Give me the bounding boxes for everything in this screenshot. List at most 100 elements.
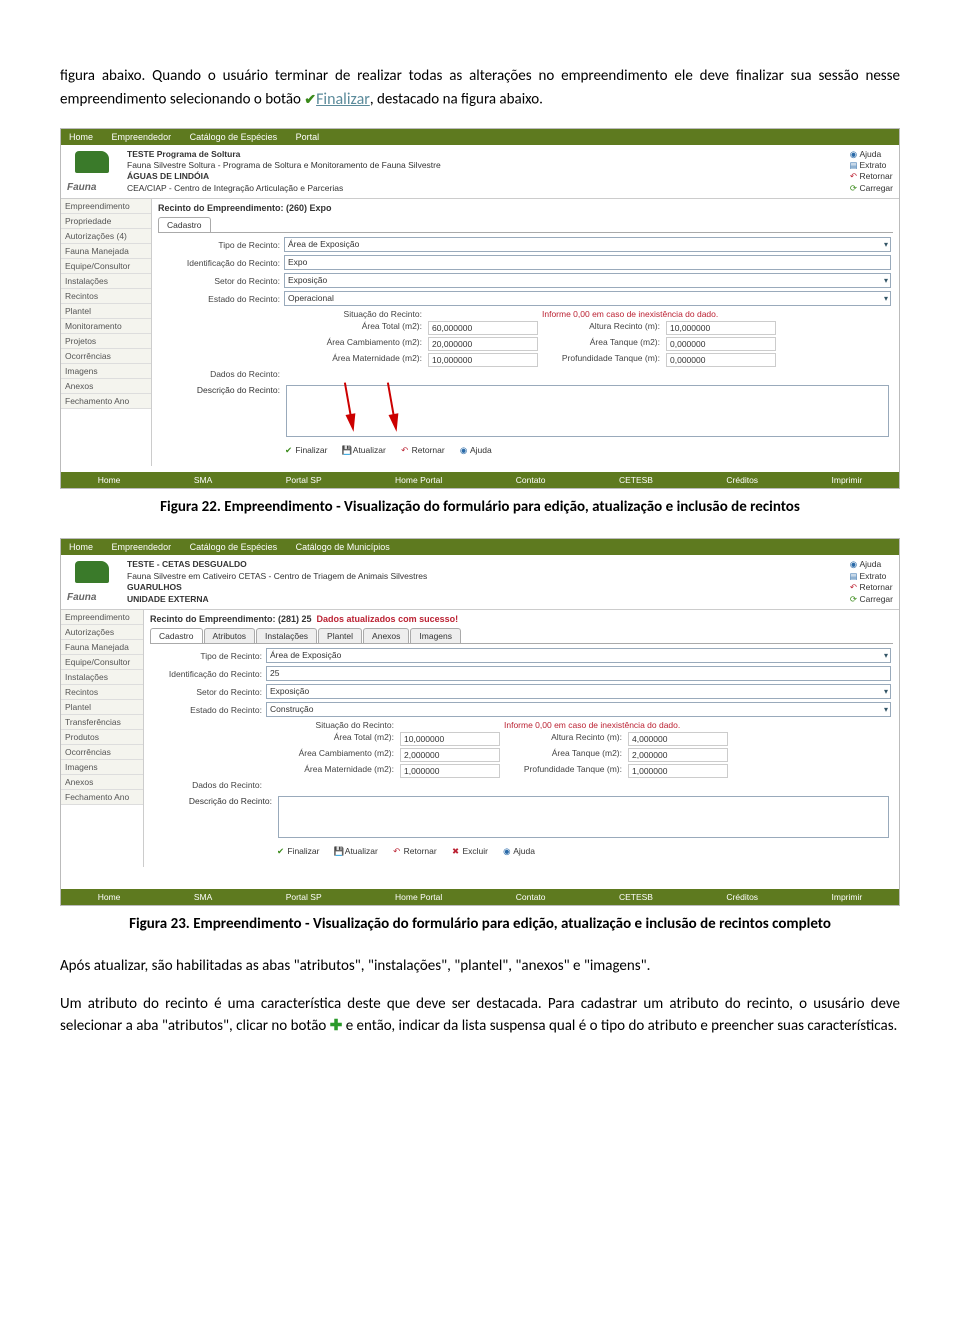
select-tipo[interactable]: Área de Exposição [266, 648, 891, 663]
nav-item[interactable]: Empreendedor [112, 132, 172, 142]
footer-link[interactable]: Créditos [726, 892, 758, 902]
link-extrato[interactable]: ▤Extrato [849, 160, 893, 171]
link-carregar[interactable]: ⟳Carregar [849, 594, 893, 605]
select-estado[interactable]: Construção [266, 702, 891, 717]
sidebar-item[interactable]: Plantel [61, 304, 151, 319]
sidebar-item[interactable]: Empreendimento [61, 199, 151, 214]
tab-plantel[interactable]: Plantel [318, 628, 362, 643]
finalizar-button[interactable]: ✔ Finalizar [284, 445, 328, 456]
link-carregar[interactable]: ⟳Carregar [849, 183, 893, 194]
sidebar-item[interactable]: Equipe/Consultor [61, 655, 143, 670]
input-maternidade[interactable]: 10,000000 [428, 353, 538, 367]
nav-item[interactable]: Catálogo de Espécies [190, 542, 278, 552]
select-estado[interactable]: Operacional [284, 291, 891, 306]
sidebar-item[interactable]: Projetos [61, 334, 151, 349]
sidebar-item[interactable]: Instalações [61, 670, 143, 685]
input-altura[interactable]: 10,000000 [666, 321, 776, 335]
tab-imagens[interactable]: Imagens [410, 628, 461, 643]
nav-item[interactable]: Catálogo de Espécies [190, 132, 278, 142]
input-ident[interactable]: 25 [266, 666, 891, 681]
sidebar-item[interactable]: Fauna Manejada [61, 640, 143, 655]
sidebar-item[interactable]: Instalações [61, 274, 151, 289]
link-ajuda[interactable]: ◉Ajuda [849, 149, 893, 160]
sidebar-item[interactable]: Fechamento Ano [61, 790, 143, 805]
input-cambiamento[interactable]: 20,000000 [428, 337, 538, 351]
nav-item[interactable]: Catálogo de Municípios [296, 542, 390, 552]
input-ident[interactable]: Expo [284, 255, 891, 270]
footer-link[interactable]: Portal SP [286, 475, 322, 485]
sidebar-item[interactable]: Anexos [61, 379, 151, 394]
tab-cadastro[interactable]: Cadastro [150, 628, 203, 643]
sidebar-item[interactable]: Recintos [61, 685, 143, 700]
atualizar-button[interactable]: 💾 Atualizar [334, 846, 378, 857]
footer-link[interactable]: Portal SP [286, 892, 322, 902]
sidebar-item[interactable]: Produtos [61, 730, 143, 745]
tab-instalacoes[interactable]: Instalações [256, 628, 317, 643]
tab-atributos[interactable]: Atributos [204, 628, 256, 643]
input-cambiamento[interactable]: 2,000000 [400, 748, 500, 762]
sidebar-item[interactable]: Ocorrências [61, 745, 143, 760]
ajuda-button[interactable]: ◉ Ajuda [459, 445, 492, 456]
sidebar-item[interactable]: Recintos [61, 289, 151, 304]
footer-link[interactable]: Contato [516, 475, 546, 485]
sidebar-item[interactable]: Ocorrências [61, 349, 151, 364]
sidebar-item[interactable]: Propriedade [61, 214, 151, 229]
footer-link[interactable]: CETESB [619, 892, 653, 902]
sidebar-item[interactable]: Fauna Manejada [61, 244, 151, 259]
footer-link[interactable]: Home Portal [395, 475, 442, 485]
arrow-icon [388, 414, 401, 433]
footer-link[interactable]: Créditos [726, 475, 758, 485]
footer-link[interactable]: Home [98, 892, 121, 902]
ajuda-button[interactable]: ◉ Ajuda [502, 846, 535, 857]
retornar-button[interactable]: ↶ Retornar [392, 846, 436, 857]
sidebar-item[interactable]: Fechamento Ano [61, 394, 151, 409]
textarea-descricao[interactable] [278, 796, 889, 838]
input-profundidade[interactable]: 0,000000 [666, 353, 776, 367]
sidebar-item[interactable]: Empreendimento [61, 610, 143, 625]
plus-icon[interactable]: ✚ [330, 1015, 343, 1038]
footer-link[interactable]: Imprimir [832, 892, 863, 902]
footer-link[interactable]: SMA [194, 475, 212, 485]
tab-cadastro[interactable]: Cadastro [158, 217, 211, 232]
nav-item[interactable]: Home [69, 132, 93, 142]
footer-link[interactable]: Contato [516, 892, 546, 902]
sidebar-item[interactable]: Imagens [61, 364, 151, 379]
excluir-button[interactable]: ✖ Excluir [451, 846, 488, 857]
select-tipo[interactable]: Área de Exposição [284, 237, 891, 252]
nav-item[interactable]: Empreendedor [112, 542, 172, 552]
sidebar-item[interactable]: Imagens [61, 760, 143, 775]
finalizar-inline-button[interactable]: ✔Finalizar [304, 88, 369, 112]
sidebar-item[interactable]: Anexos [61, 775, 143, 790]
textarea-descricao[interactable] [286, 385, 889, 437]
link-ajuda[interactable]: ◉Ajuda [849, 559, 893, 570]
nav-item[interactable]: Home [69, 542, 93, 552]
finalizar-button[interactable]: ✔ Finalizar [276, 846, 320, 857]
link-retornar[interactable]: ↶Retornar [849, 582, 893, 593]
input-maternidade[interactable]: 1,000000 [400, 764, 500, 778]
input-tanque[interactable]: 0,000000 [666, 337, 776, 351]
footer-link[interactable]: SMA [194, 892, 212, 902]
select-setor[interactable]: Exposição [284, 273, 891, 288]
input-area-total[interactable]: 60,000000 [428, 321, 538, 335]
retornar-button[interactable]: ↶ Retornar [400, 445, 444, 456]
sidebar-item[interactable]: Plantel [61, 700, 143, 715]
atualizar-button[interactable]: 💾 Atualizar [342, 445, 386, 456]
sidebar-item[interactable]: Transferências [61, 715, 143, 730]
sidebar-item[interactable]: Equipe/Consultor [61, 259, 151, 274]
input-area-total[interactable]: 10,000000 [400, 732, 500, 746]
footer-link[interactable]: Home [98, 475, 121, 485]
sidebar-item[interactable]: Autorizações (4) [61, 229, 151, 244]
nav-item[interactable]: Portal [296, 132, 320, 142]
link-retornar[interactable]: ↶Retornar [849, 171, 893, 182]
footer-link[interactable]: CETESB [619, 475, 653, 485]
sidebar-item[interactable]: Autorizações [61, 625, 143, 640]
sidebar-item[interactable]: Monitoramento [61, 319, 151, 334]
footer-link[interactable]: Home Portal [395, 892, 442, 902]
input-tanque[interactable]: 2,000000 [628, 748, 728, 762]
input-altura[interactable]: 4,000000 [628, 732, 728, 746]
link-extrato[interactable]: ▤Extrato [849, 571, 893, 582]
input-profundidade[interactable]: 1,000000 [628, 764, 728, 778]
tab-anexos[interactable]: Anexos [363, 628, 409, 643]
footer-link[interactable]: Imprimir [832, 475, 863, 485]
select-setor[interactable]: Exposição [266, 684, 891, 699]
